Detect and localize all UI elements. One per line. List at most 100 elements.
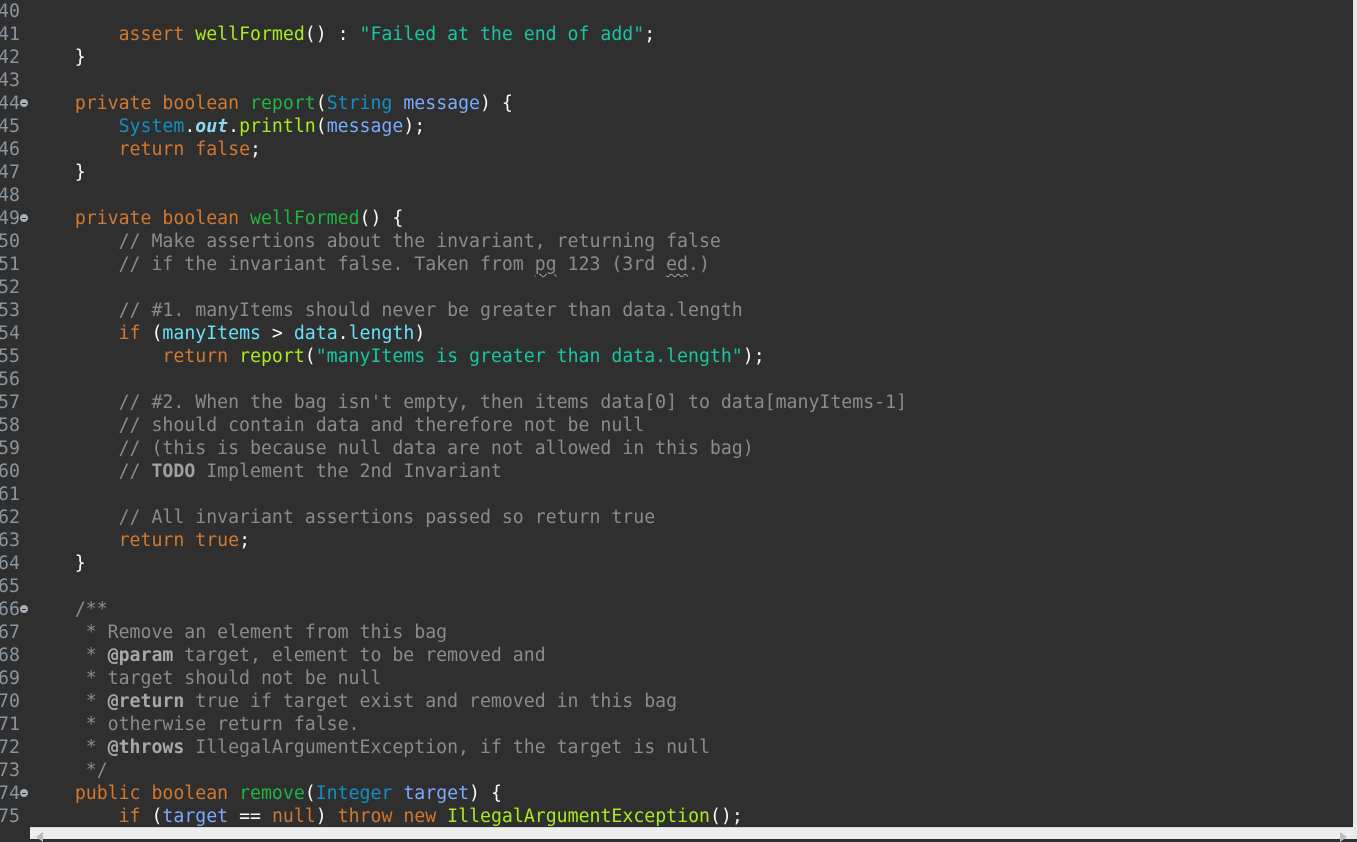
code-line[interactable]: 43 [0, 69, 1353, 92]
code-text: // if the invariant false. Taken from pg… [31, 253, 710, 276]
code-token: wellFormed [250, 208, 360, 229]
code-token: ( [315, 93, 327, 114]
code-line[interactable]: 62 // All invariant assertions passed so… [0, 506, 1353, 529]
code-line[interactable]: 72 * @throws IllegalArgumentException, i… [0, 736, 1353, 759]
code-token: assert [118, 24, 185, 45]
code-line[interactable]: 51 // if the invariant false. Taken from… [0, 253, 1353, 276]
code-text: // #2. When the bag isn't empty, then it… [31, 391, 907, 414]
code-text: * otherwise return false. [31, 713, 360, 736]
code-line[interactable]: 41 assert wellFormed() : "Failed at the … [0, 23, 1353, 46]
line-number: 46 [0, 139, 20, 160]
code-line[interactable]: 40 [0, 0, 1353, 23]
line-number: 54 [0, 323, 20, 344]
code-line[interactable]: 50 // Make assertions about the invarian… [0, 230, 1353, 253]
code-line[interactable]: 67 * Remove an element from this bag [0, 621, 1353, 644]
fold-collapse-icon[interactable] [20, 605, 28, 613]
code-line[interactable]: 70 * @return true if target exist and re… [0, 690, 1353, 713]
code-token: ( [140, 323, 163, 344]
code-text: * @return true if target exist and remov… [31, 690, 677, 713]
code-line[interactable]: 66 /** [0, 598, 1353, 621]
code-token: } [31, 47, 86, 68]
code-line[interactable]: 44 private boolean report(String message… [0, 92, 1353, 115]
code-line[interactable]: 68 * @param target, element to be remove… [0, 644, 1353, 667]
code-line[interactable]: 56 [0, 368, 1353, 391]
code-editor[interactable]: 40 41 assert wellFormed() : "Failed at th… [0, 0, 1353, 827]
fold-collapse-icon[interactable] [20, 789, 28, 797]
code-line[interactable]: 61 [0, 483, 1353, 506]
code-token: return [118, 139, 185, 160]
code-text: * @param target, element to be removed a… [31, 644, 546, 667]
line-number: 42 [0, 47, 20, 68]
code-line[interactable]: 42 } [0, 46, 1353, 69]
code-line[interactable]: 73 */ [0, 759, 1353, 782]
code-token: ( [315, 116, 327, 137]
code-line[interactable]: 59 // (this is because null data are not… [0, 437, 1353, 460]
code-token: Integer [315, 783, 393, 804]
code-line[interactable]: 57 // #2. When the bag isn't empty, then… [0, 391, 1353, 414]
code-line[interactable]: 45 System.out.println(message); [0, 115, 1353, 138]
code-token: message [326, 116, 404, 137]
code-token: IllegalArgumentException, if the target … [184, 737, 710, 758]
scroll-left-arrow-icon[interactable] [36, 832, 43, 842]
code-text: * @throws IllegalArgumentException, if t… [31, 736, 710, 759]
code-token: . [337, 323, 349, 344]
code-token: public [74, 783, 141, 804]
code-token: ); [742, 346, 765, 367]
code-token: /** [74, 599, 108, 620]
code-text: * Remove an element from this bag [31, 621, 447, 644]
code-token: ; [644, 24, 656, 45]
line-number: 45 [0, 116, 20, 137]
code-token: . [228, 116, 240, 137]
code-line[interactable]: 58 // should contain data and therefore … [0, 414, 1353, 437]
code-line[interactable]: 47 } [0, 161, 1353, 184]
code-line[interactable]: 49 private boolean wellFormed() { [0, 207, 1353, 230]
code-line[interactable]: 48 [0, 184, 1353, 207]
code-line[interactable]: 63 return true; [0, 529, 1353, 552]
code-token: data [293, 323, 338, 344]
code-line[interactable]: 52 [0, 276, 1353, 299]
code-line[interactable]: 65 [0, 575, 1353, 598]
code-line[interactable]: 71 * otherwise return false. [0, 713, 1353, 736]
code-line[interactable]: 75 if (target == null) throw new Illegal… [0, 805, 1353, 827]
code-token: report [239, 346, 305, 367]
code-line[interactable]: 53 // #1. manyItems should never be grea… [0, 299, 1353, 322]
code-token: // [118, 461, 152, 482]
code-text: private boolean report(String message) { [31, 92, 513, 115]
scroll-right-arrow-icon[interactable] [1340, 832, 1347, 842]
code-token: pg [534, 254, 557, 275]
code-token: // if the invariant false. Taken from [118, 254, 535, 275]
code-token: // All invariant assertions passed so re… [118, 507, 656, 528]
fold-collapse-icon[interactable] [20, 99, 28, 107]
code-token: IllegalArgumentException [447, 806, 710, 827]
line-number: 53 [0, 300, 20, 321]
code-line[interactable]: 55 return report("manyItems is greater t… [0, 345, 1353, 368]
horizontal-scrollbar[interactable] [30, 827, 1353, 842]
code-text: return report("manyItems is greater than… [31, 345, 765, 368]
code-text: private boolean wellFormed() { [31, 207, 404, 230]
code-text: } [31, 46, 86, 69]
fold-collapse-icon[interactable] [20, 214, 28, 222]
code-token: } [31, 162, 86, 183]
code-line[interactable]: 74 public boolean remove(Integer target)… [0, 782, 1353, 805]
line-number: 57 [0, 392, 20, 413]
line-number: 68 [0, 645, 20, 666]
code-line[interactable]: 60 // TODO Implement the 2nd Invariant [0, 460, 1353, 483]
line-number: 40 [0, 1, 20, 22]
code-line[interactable]: 46 return false; [0, 138, 1353, 161]
code-line[interactable]: 54 if (manyItems > data.length) [0, 322, 1353, 345]
code-line[interactable]: 69 * target should not be null [0, 667, 1353, 690]
code-line[interactable]: 64 } [0, 552, 1353, 575]
